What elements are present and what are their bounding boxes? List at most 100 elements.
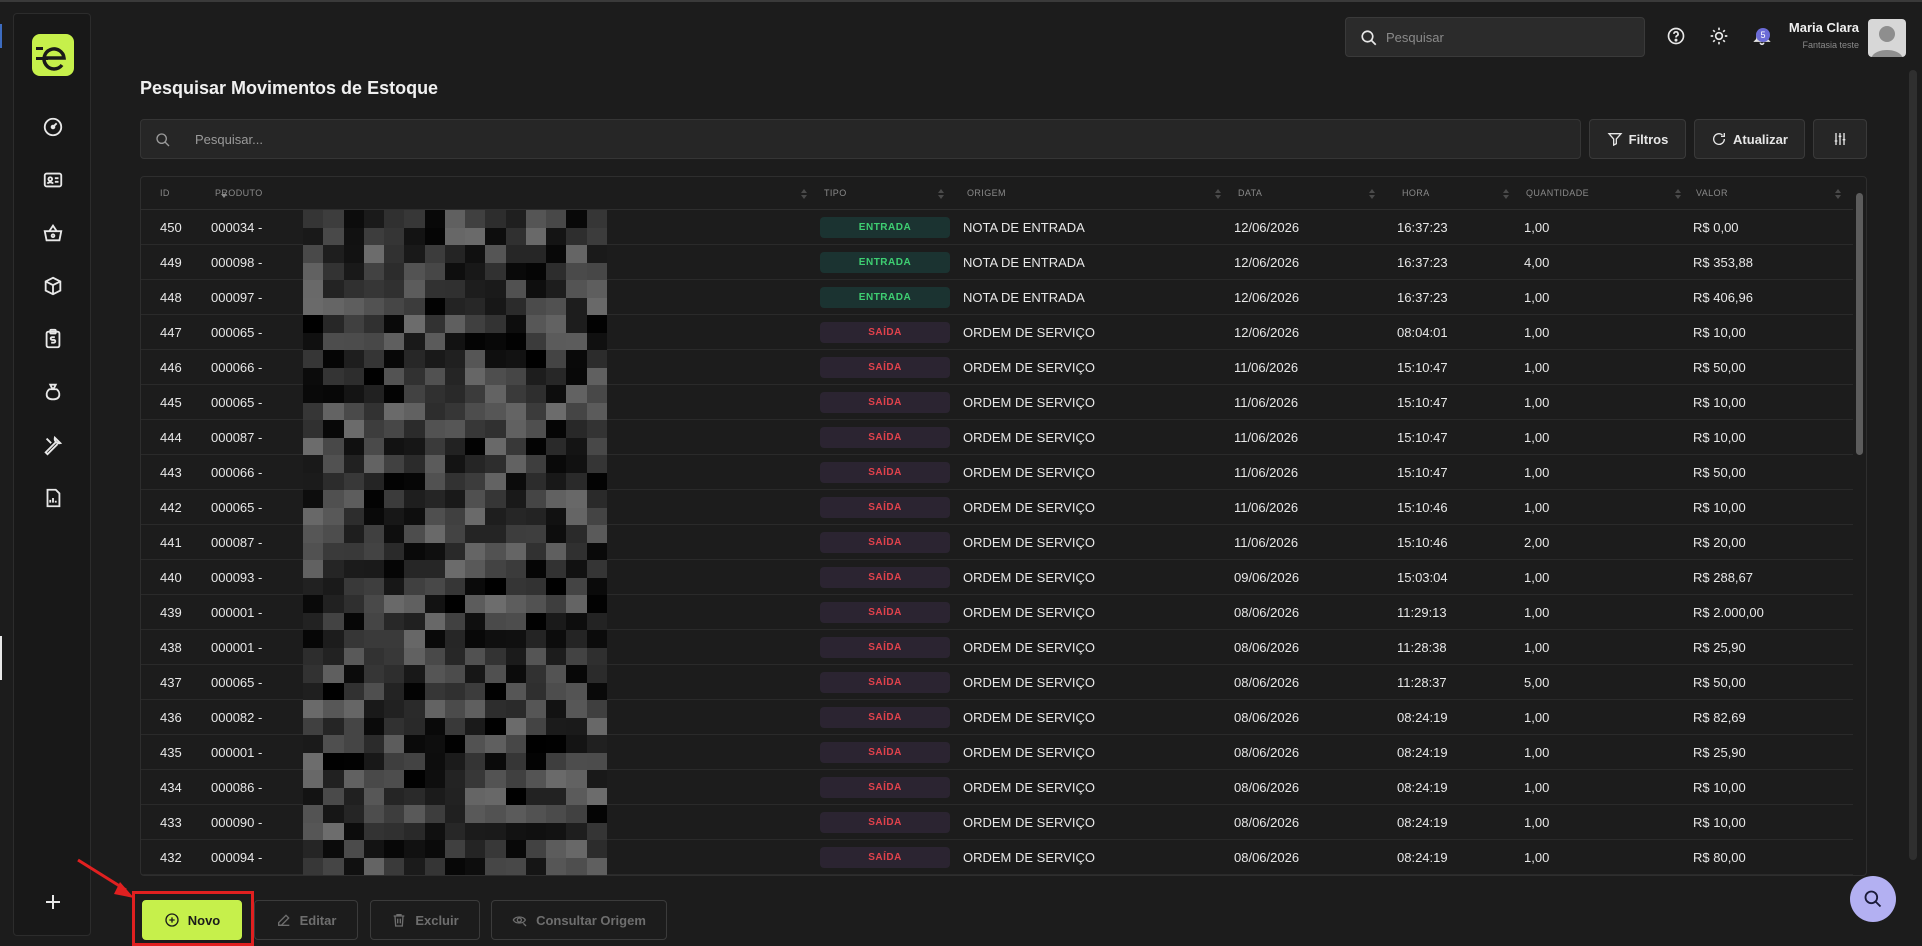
redacted-product-name bbox=[303, 280, 607, 315]
box-icon[interactable] bbox=[41, 274, 65, 298]
cell-hora: 15:10:47 bbox=[1397, 430, 1448, 445]
report-icon[interactable] bbox=[41, 486, 65, 510]
column-header-id[interactable]: ID bbox=[160, 177, 170, 210]
plus-icon[interactable] bbox=[41, 890, 65, 914]
cell-valor: R$ 353,88 bbox=[1693, 255, 1753, 270]
global-search-input[interactable] bbox=[1386, 18, 1636, 56]
cell-quantidade: 1,00 bbox=[1524, 465, 1550, 480]
cell-data: 11/06/2026 bbox=[1234, 430, 1299, 445]
search-icon bbox=[156, 133, 170, 147]
cell-hora: 16:37:23 bbox=[1397, 290, 1448, 305]
table-row[interactable]: 450 000034 - ENTRADA NOTA DE ENTRADA 12/06/2… bbox=[141, 210, 1853, 245]
avatar[interactable] bbox=[1868, 19, 1906, 57]
redacted-product-name bbox=[303, 735, 607, 770]
redacted-product-name bbox=[303, 560, 607, 595]
cell-id: 450 bbox=[160, 220, 182, 235]
table-row[interactable]: 441 000087 - SAÍDA ORDEM DE SERVIÇO 11/06/20… bbox=[141, 525, 1853, 560]
list-search[interactable] bbox=[140, 119, 1581, 159]
sort-icon[interactable] bbox=[1675, 189, 1681, 199]
tipo-badge: SAÍDA bbox=[820, 427, 950, 448]
cell-id: 440 bbox=[160, 570, 182, 585]
floating-search-button[interactable] bbox=[1850, 876, 1896, 922]
table-scrollbar-thumb[interactable] bbox=[1856, 193, 1863, 455]
column-header-valor[interactable]: VALOR bbox=[1696, 177, 1728, 210]
refresh-button[interactable]: Atualizar bbox=[1694, 119, 1805, 159]
help-icon[interactable] bbox=[1666, 26, 1686, 46]
table-row[interactable]: 437 000065 - SAÍDA ORDEM DE SERVIÇO 08/06/20… bbox=[141, 665, 1853, 700]
app-logo[interactable] bbox=[32, 34, 74, 76]
column-header-quantidade[interactable]: QUANTIDADE bbox=[1526, 177, 1589, 210]
shopping-basket-icon[interactable] bbox=[41, 221, 65, 245]
table-row[interactable]: 444 000087 - SAÍDA ORDEM DE SERVIÇO 11/06/20… bbox=[141, 420, 1853, 455]
sort-icon[interactable] bbox=[801, 189, 807, 199]
table-row[interactable]: 434 000086 - SAÍDA ORDEM DE SERVIÇO 08/06/20… bbox=[141, 770, 1853, 805]
clipboard-dollar-icon[interactable] bbox=[41, 327, 65, 351]
wrench-icon[interactable] bbox=[41, 433, 65, 457]
cell-quantidade: 1,00 bbox=[1524, 220, 1550, 235]
table-row[interactable]: 448 000097 - ENTRADA NOTA DE ENTRADA 12/06/2… bbox=[141, 280, 1853, 315]
theme-sun-icon[interactable] bbox=[1709, 26, 1729, 46]
sort-icon[interactable] bbox=[938, 189, 944, 199]
edit-button[interactable]: Editar bbox=[254, 900, 358, 940]
cell-produto: 000097 - bbox=[211, 290, 263, 305]
column-header-data[interactable]: DATA bbox=[1238, 177, 1262, 210]
tipo-badge: SAÍDA bbox=[820, 532, 950, 553]
table-row[interactable]: 449 000098 - ENTRADA NOTA DE ENTRADA 12/06/2… bbox=[141, 245, 1853, 280]
sort-icon[interactable] bbox=[1369, 189, 1375, 199]
table-scrollbar[interactable] bbox=[1854, 185, 1864, 869]
dashboard-icon[interactable] bbox=[41, 115, 65, 139]
table-row[interactable]: 445 000065 - SAÍDA ORDEM DE SERVIÇO 11/06/20… bbox=[141, 385, 1853, 420]
sort-icon[interactable] bbox=[1835, 189, 1841, 199]
table-row[interactable]: 446 000066 - SAÍDA ORDEM DE SERVIÇO 11/06/20… bbox=[141, 350, 1853, 385]
tipo-badge: ENTRADA bbox=[820, 217, 950, 238]
contacts-card-icon[interactable] bbox=[41, 168, 65, 192]
annotation-highlight-box bbox=[132, 891, 254, 946]
list-search-input[interactable] bbox=[195, 120, 1565, 158]
page-scrollbar[interactable] bbox=[1909, 70, 1917, 860]
column-header-tipo[interactable]: TIPO bbox=[824, 177, 847, 210]
table-row[interactable]: 438 000001 - SAÍDA ORDEM DE SERVIÇO 08/06/20… bbox=[141, 630, 1853, 665]
tipo-badge: SAÍDA bbox=[820, 777, 950, 798]
table-row[interactable]: 439 000001 - SAÍDA ORDEM DE SERVIÇO 08/06/20… bbox=[141, 595, 1853, 630]
edge-marker-blue bbox=[0, 24, 2, 48]
table-row[interactable]: 432 000094 - SAÍDA ORDEM DE SERVIÇO 08/06/20… bbox=[141, 840, 1853, 875]
cell-data: 08/06/2026 bbox=[1234, 710, 1300, 725]
column-header-hora[interactable]: HORA bbox=[1402, 177, 1430, 210]
cell-hora: 11:28:37 bbox=[1397, 675, 1447, 690]
cell-valor: R$ 25,90 bbox=[1693, 640, 1746, 655]
table-row[interactable]: 447 000065 - SAÍDA ORDEM DE SERVIÇO 12/06/20… bbox=[141, 315, 1853, 350]
global-search[interactable] bbox=[1345, 17, 1645, 57]
table-row[interactable]: 436 000082 - SAÍDA ORDEM DE SERVIÇO 08/06/20… bbox=[141, 700, 1853, 735]
cell-origem: ORDEM DE SERVIÇO bbox=[963, 780, 1095, 795]
table-row[interactable]: 435 000001 - SAÍDA ORDEM DE SERVIÇO 08/06/20… bbox=[141, 735, 1853, 770]
table-row[interactable]: 433 000090 - SAÍDA ORDEM DE SERVIÇO 08/06/20… bbox=[141, 805, 1853, 840]
delete-button[interactable]: Excluir bbox=[370, 900, 480, 940]
cell-produto: 000086 - bbox=[211, 780, 263, 795]
money-bag-icon[interactable] bbox=[41, 380, 65, 404]
cell-origem: ORDEM DE SERVIÇO bbox=[963, 850, 1095, 865]
column-settings-button[interactable] bbox=[1813, 119, 1867, 159]
cell-data: 08/06/2026 bbox=[1234, 640, 1300, 655]
filters-label: Filtros bbox=[1628, 131, 1669, 147]
cell-hora: 15:10:47 bbox=[1397, 465, 1448, 480]
table-row[interactable]: 443 000066 - SAÍDA ORDEM DE SERVIÇO 11/06/20… bbox=[141, 455, 1853, 490]
cell-id: 443 bbox=[160, 465, 182, 480]
cell-quantidade: 1,00 bbox=[1524, 745, 1550, 760]
column-header-origem[interactable]: ORIGEM bbox=[967, 177, 1006, 210]
filters-button[interactable]: Filtros bbox=[1589, 119, 1686, 159]
sort-icon[interactable] bbox=[1215, 189, 1221, 199]
table-row[interactable]: 442 000065 - SAÍDA ORDEM DE SERVIÇO 11/06/20… bbox=[141, 490, 1853, 525]
annotation-arrow-icon bbox=[77, 858, 134, 898]
consult-origin-button[interactable]: Consultar Origem bbox=[491, 900, 667, 940]
column-header-produto[interactable]: PRODUTO bbox=[215, 177, 263, 210]
cell-quantidade: 1,00 bbox=[1524, 395, 1550, 410]
cell-produto: 000065 - bbox=[211, 675, 263, 690]
table-row[interactable]: 440 000093 - SAÍDA ORDEM DE SERVIÇO 09/06/20… bbox=[141, 560, 1853, 595]
cell-id: 439 bbox=[160, 605, 182, 620]
tipo-badge: ENTRADA bbox=[820, 252, 950, 273]
cell-quantidade: 1,00 bbox=[1524, 640, 1550, 655]
edge-marker-white bbox=[0, 636, 2, 680]
user-name[interactable]: Maria Clara bbox=[1789, 20, 1859, 35]
sort-icon[interactable] bbox=[1503, 189, 1509, 199]
cell-origem: NOTA DE ENTRADA bbox=[963, 220, 1085, 235]
